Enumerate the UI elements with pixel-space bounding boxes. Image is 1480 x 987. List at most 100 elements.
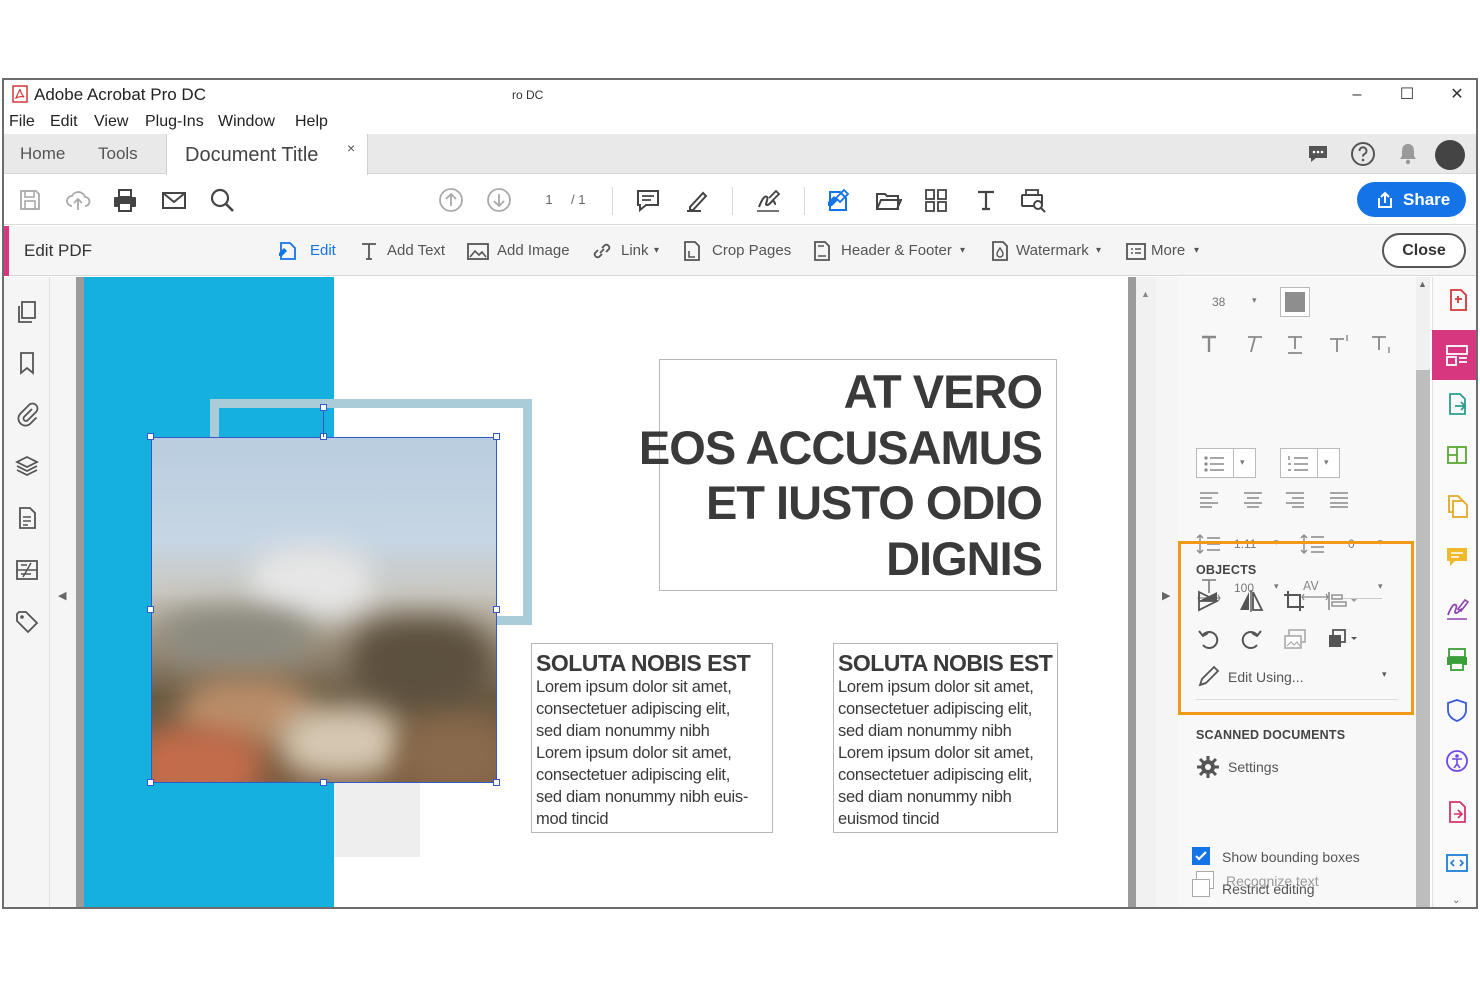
left-panel-collapse[interactable]: ◀ — [50, 277, 76, 907]
menu-plug-ins[interactable]: Plug-Ins — [145, 113, 204, 131]
align-right-icon[interactable] — [1284, 491, 1306, 509]
watermark-button[interactable]: Watermark ▾ — [988, 237, 1108, 265]
attachment-icon[interactable] — [14, 401, 40, 427]
next-page-icon[interactable] — [485, 186, 513, 214]
right-panel-collapse[interactable]: ▶ — [1156, 277, 1178, 907]
search-icon[interactable] — [208, 186, 236, 214]
scroll-up-arrow-icon[interactable]: ▲ — [1141, 289, 1150, 299]
send-for-review-icon[interactable] — [1444, 799, 1470, 825]
settings-link[interactable]: Settings — [1228, 759, 1279, 775]
save-icon[interactable] — [16, 186, 44, 214]
restrict-editing-checkbox[interactable] — [1192, 879, 1210, 897]
italic-text-icon[interactable] — [1242, 333, 1264, 355]
align-center-icon[interactable] — [1242, 491, 1264, 509]
avatar[interactable] — [1435, 140, 1465, 170]
tab-home[interactable]: Home — [20, 144, 65, 164]
notifications-bell-icon[interactable] — [1396, 141, 1420, 167]
combine-files-icon[interactable] — [1444, 493, 1470, 519]
headline-text-box[interactable]: AT VERO EOS ACCUSAMUS ET IUSTO ODIO DIGN… — [639, 359, 1057, 591]
tab-document[interactable]: Document Title × — [166, 134, 368, 175]
link-button[interactable]: Link ▾ — [590, 237, 666, 265]
document-canvas[interactable]: AT VERO EOS ACCUSAMUS ET IUSTO ODIO DIGN… — [84, 277, 1128, 907]
subscript-text-icon[interactable] — [1370, 333, 1394, 355]
comment-rail-icon[interactable] — [1444, 544, 1470, 570]
menu-file[interactable]: File — [9, 113, 35, 131]
resize-handle[interactable] — [493, 433, 500, 440]
edit-pdf-tool-active[interactable] — [1432, 330, 1476, 380]
text-column-left[interactable]: SOLUTA NOBIS EST Lorem ipsum dolor sit a… — [531, 643, 773, 833]
tab-tools[interactable]: Tools — [98, 144, 138, 164]
header-footer-button[interactable]: Header & Footer ▾ — [810, 237, 970, 265]
panel-scroll-up-icon[interactable]: ▲ — [1418, 279, 1427, 289]
image-selection-box[interactable] — [151, 437, 497, 783]
bold-text-icon[interactable] — [1198, 333, 1220, 355]
close-edit-button[interactable]: Close — [1382, 233, 1466, 268]
close-window-button[interactable]: ✕ — [1442, 84, 1472, 106]
crop-pages-button[interactable]: Crop Pages — [680, 237, 796, 265]
previous-page-icon[interactable] — [437, 186, 465, 214]
more-button[interactable]: More ▾ — [1124, 237, 1206, 265]
open-folder-icon[interactable] — [874, 186, 902, 214]
add-text-button[interactable]: Add Text — [358, 237, 450, 265]
format-panel-scroll-thumb[interactable] — [1416, 370, 1430, 907]
resize-handle[interactable] — [493, 606, 500, 613]
menu-window[interactable]: Window — [218, 113, 275, 131]
minimize-button[interactable]: – — [1342, 84, 1372, 106]
maximize-button[interactable]: ☐ — [1392, 84, 1422, 106]
organize-pages-icon[interactable] — [922, 186, 950, 214]
font-size-select[interactable]: 38 — [1212, 295, 1225, 309]
comment-bubble-icon[interactable] — [1306, 142, 1330, 166]
resize-handle[interactable] — [147, 779, 154, 786]
edit-button[interactable]: Edit — [276, 237, 336, 265]
export-pdf-icon[interactable] — [1444, 391, 1470, 417]
font-size-dropdown-icon[interactable]: ▾ — [1252, 295, 1257, 306]
help-icon[interactable] — [1350, 141, 1376, 167]
resize-handle[interactable] — [493, 779, 500, 786]
fill-sign-icon[interactable] — [1444, 595, 1470, 621]
document-tab-close-button[interactable]: × — [347, 140, 355, 156]
print-preview-icon[interactable] — [1019, 186, 1047, 214]
resize-handle[interactable] — [147, 606, 154, 613]
page-thumbnails-icon[interactable] — [14, 299, 40, 325]
layers-icon[interactable] — [14, 453, 40, 479]
scan-ocr-icon[interactable] — [1444, 646, 1470, 672]
underline-text-icon[interactable] — [1284, 333, 1306, 355]
document-properties-icon[interactable] — [14, 505, 40, 531]
comment-icon[interactable] — [634, 186, 662, 214]
text-column-right[interactable]: SOLUTA NOBIS EST Lorem ipsum dolor sit a… — [833, 643, 1058, 833]
edit-pdf-tool-icon[interactable] — [824, 186, 852, 214]
compare-icon[interactable] — [14, 557, 40, 583]
sign-icon[interactable] — [754, 186, 782, 214]
bullet-list-select[interactable]: ▾ — [1196, 448, 1256, 478]
menu-view[interactable]: View — [94, 113, 128, 131]
collapse-left-arrow-icon[interactable]: ◀ — [58, 589, 66, 602]
create-pdf-icon[interactable] — [1445, 287, 1471, 313]
menu-edit[interactable]: Edit — [50, 113, 78, 131]
numbered-list-select[interactable]: ▾ — [1280, 448, 1340, 478]
align-left-icon[interactable] — [1198, 491, 1220, 509]
justify-icon[interactable] — [1328, 491, 1350, 509]
protect-shield-icon[interactable] — [1444, 697, 1470, 723]
superscript-text-icon[interactable] — [1328, 333, 1352, 355]
add-image-button[interactable]: Add Image — [466, 237, 574, 265]
accessibility-icon[interactable] — [1444, 748, 1470, 774]
tools-rail-scroll-down-icon[interactable]: ⌄ — [1452, 895, 1460, 906]
email-icon[interactable] — [160, 186, 188, 214]
text-color-swatch[interactable] — [1280, 287, 1310, 317]
bookmark-icon[interactable] — [14, 350, 40, 376]
javascript-icon[interactable] — [1444, 850, 1470, 876]
add-text-icon[interactable] — [972, 186, 1000, 214]
resize-handle[interactable] — [147, 433, 154, 440]
show-bounding-boxes-checkbox[interactable] — [1192, 847, 1210, 865]
settings-gear-icon[interactable] — [1196, 755, 1220, 779]
page-number-input[interactable]: 1 — [532, 188, 566, 212]
share-button[interactable]: Share — [1357, 182, 1466, 217]
print-icon[interactable] — [111, 186, 139, 214]
highlight-pen-icon[interactable] — [683, 186, 711, 214]
organize-pages-rail-icon[interactable] — [1444, 442, 1470, 468]
cloud-upload-icon[interactable] — [64, 186, 92, 214]
collapse-right-arrow-icon[interactable]: ▶ — [1162, 589, 1170, 602]
menu-help[interactable]: Help — [295, 113, 328, 131]
resize-handle[interactable] — [320, 779, 327, 786]
tag-icon[interactable] — [14, 609, 40, 635]
